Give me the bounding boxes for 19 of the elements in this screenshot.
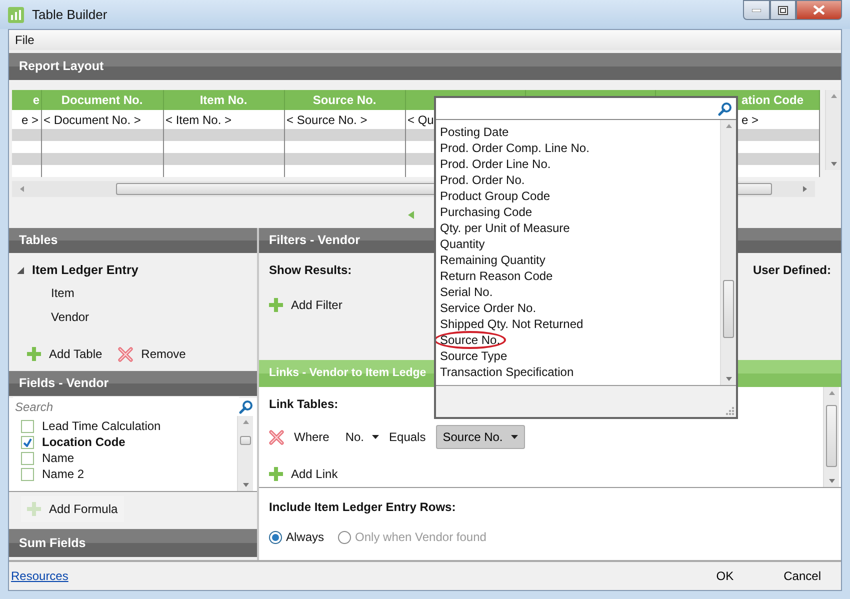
panel-header: Tables	[9, 228, 257, 253]
field-label: Show Results:	[269, 262, 352, 279]
field-label: Name 2	[42, 466, 84, 483]
panel-header: Sum Fields	[9, 529, 257, 557]
table-cell: e >	[12, 110, 41, 129]
table-cell: < Item No. >	[163, 110, 284, 129]
section-header: Report Layout	[9, 53, 841, 80]
field-label: Equals	[389, 429, 426, 446]
field-label: Include Item Ledger Entry Rows:	[269, 500, 456, 514]
panel-header: Fields - Vendor	[9, 371, 257, 396]
table-cell: < Source No. >	[284, 110, 405, 129]
field-label: Link Tables:	[269, 397, 338, 411]
window-title: Table Builder	[32, 6, 108, 24]
field-label: Lead Time Calculation	[42, 418, 161, 435]
field-label: User Defined:	[752, 262, 831, 279]
table-cell: < Document No. >	[41, 110, 163, 129]
field-label: Where	[294, 429, 330, 446]
field-label: Name	[42, 450, 74, 467]
field-label: Location Code	[42, 434, 126, 451]
